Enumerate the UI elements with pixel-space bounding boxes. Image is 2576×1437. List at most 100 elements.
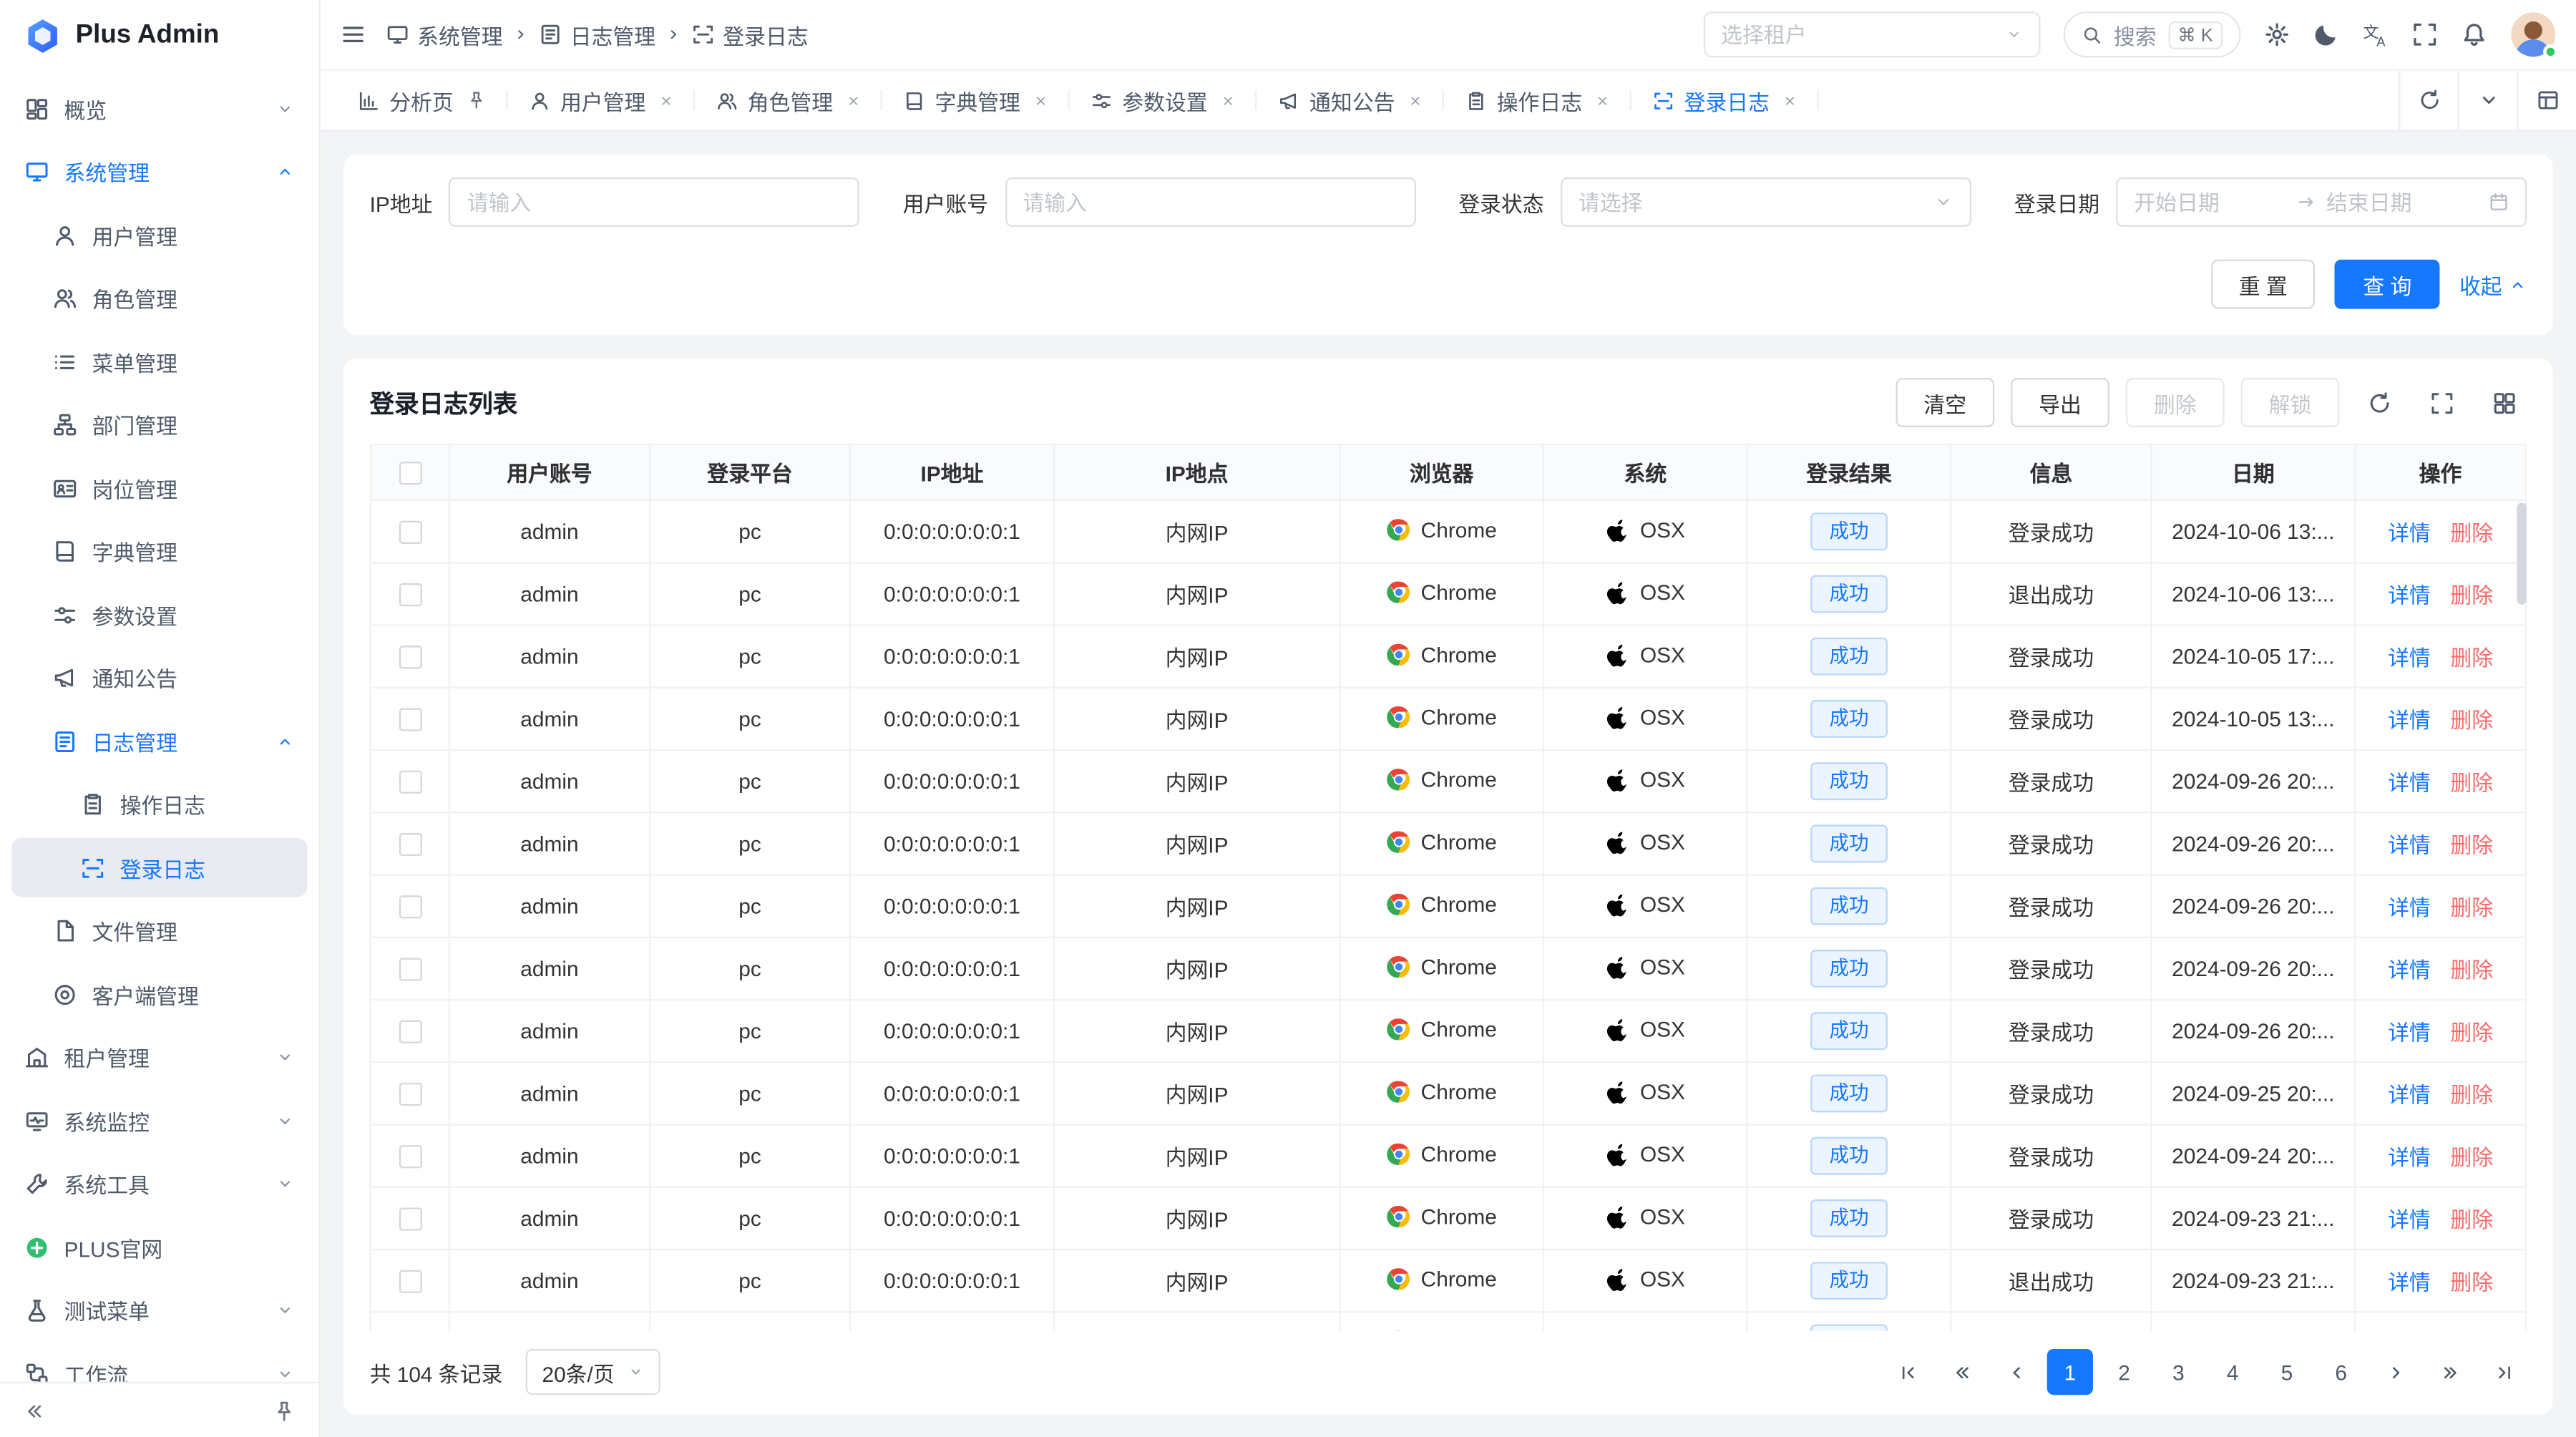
- tab-operation-log[interactable]: 操作日志: [1444, 71, 1631, 130]
- row-checkbox[interactable]: [399, 646, 421, 669]
- close-tab-icon[interactable]: [1033, 93, 1048, 108]
- jump-back-button[interactable]: [1938, 1349, 1984, 1395]
- page-4-button[interactable]: 4: [2210, 1349, 2255, 1395]
- tab-user-mgmt[interactable]: 用户管理: [507, 71, 695, 130]
- detail-link[interactable]: 详情: [2388, 708, 2431, 733]
- row-checkbox[interactable]: [399, 521, 421, 544]
- menu-toggle-icon[interactable]: [340, 21, 366, 48]
- dark-mode-moon-icon[interactable]: [2313, 21, 2340, 48]
- tab-dict-mgmt[interactable]: 字典管理: [882, 71, 1070, 130]
- sidebar-item-login-log[interactable]: 登录日志: [11, 838, 307, 897]
- pin-sidebar-button[interactable]: [273, 1399, 296, 1422]
- row-checkbox[interactable]: [399, 1270, 421, 1293]
- user-avatar[interactable]: [2510, 11, 2556, 57]
- refresh-table-button[interactable]: [2356, 379, 2401, 425]
- detail-link[interactable]: 详情: [2388, 583, 2431, 608]
- delete-link[interactable]: 删除: [2450, 833, 2493, 857]
- tab-analysis[interactable]: 分析页: [337, 71, 508, 130]
- breadcrumb-item-system-mgmt[interactable]: 系统管理: [386, 19, 503, 50]
- layout-toggle-button[interactable]: [2517, 71, 2576, 130]
- tenant-select[interactable]: [1703, 11, 2040, 57]
- sidebar-item-role-mgmt[interactable]: 角色管理: [11, 268, 307, 328]
- row-checkbox[interactable]: [399, 834, 421, 857]
- row-checkbox[interactable]: [399, 896, 421, 919]
- close-tab-icon[interactable]: [1596, 93, 1611, 108]
- status-select-input[interactable]: [1579, 190, 1923, 214]
- delete-button[interactable]: 删除: [2126, 378, 2225, 427]
- sidebar-item-dept-mgmt[interactable]: 部门管理: [11, 395, 307, 454]
- tab-role-mgmt[interactable]: 角色管理: [695, 71, 882, 130]
- notifications-bell-icon[interactable]: [2461, 21, 2487, 48]
- row-checkbox[interactable]: [399, 771, 421, 794]
- date-start-input[interactable]: [2134, 190, 2287, 214]
- sidebar-item-log-mgmt[interactable]: 日志管理: [11, 711, 307, 771]
- delete-link[interactable]: 删除: [2450, 646, 2493, 670]
- detail-link[interactable]: 详情: [2388, 1270, 2431, 1295]
- clear-button[interactable]: 清空: [1896, 378, 1994, 427]
- table-scrollbar-thumb[interactable]: [2517, 503, 2527, 605]
- sidebar-item-user-mgmt[interactable]: 用户管理: [11, 205, 307, 265]
- row-checkbox[interactable]: [399, 958, 421, 981]
- sidebar-item-client-mgmt[interactable]: 客户端管理: [11, 965, 307, 1024]
- sidebar-item-workflow[interactable]: 工作流: [11, 1344, 307, 1382]
- tab-param-settings[interactable]: 参数设置: [1070, 71, 1257, 130]
- detail-link[interactable]: 详情: [2388, 1020, 2431, 1045]
- delete-link[interactable]: 删除: [2450, 521, 2493, 545]
- table-fullscreen-button[interactable]: [2419, 379, 2464, 425]
- delete-link[interactable]: 删除: [2450, 1145, 2493, 1169]
- select-all-checkbox[interactable]: [399, 462, 421, 485]
- query-button[interactable]: 查 询: [2335, 260, 2439, 309]
- jump-forward-button[interactable]: [2426, 1349, 2472, 1395]
- sidebar-item-file-mgmt[interactable]: 文件管理: [11, 901, 307, 960]
- detail-link[interactable]: 详情: [2388, 646, 2431, 670]
- delete-link[interactable]: 删除: [2450, 1083, 2493, 1107]
- delete-link[interactable]: 删除: [2450, 1208, 2493, 1232]
- account-input[interactable]: [1023, 190, 1397, 214]
- ip-input[interactable]: [467, 190, 841, 214]
- row-checkbox[interactable]: [399, 1208, 421, 1231]
- detail-link[interactable]: 详情: [2388, 1145, 2431, 1169]
- page-size-select[interactable]: 20条/页: [526, 1349, 660, 1395]
- detail-link[interactable]: 详情: [2388, 895, 2431, 920]
- detail-link[interactable]: 详情: [2388, 521, 2431, 545]
- collapse-filters-link[interactable]: 收起: [2459, 268, 2527, 300]
- detail-link[interactable]: 详情: [2388, 771, 2431, 795]
- date-end-input[interactable]: [2326, 190, 2479, 214]
- tenant-select-input[interactable]: [1721, 22, 1995, 47]
- page-3-button[interactable]: 3: [2155, 1349, 2201, 1395]
- status-select[interactable]: [1561, 177, 1971, 227]
- sidebar-item-test-menu[interactable]: 测试菜单: [11, 1281, 307, 1340]
- first-page-button[interactable]: [1884, 1349, 1930, 1395]
- page-5-button[interactable]: 5: [2264, 1349, 2310, 1395]
- sidebar-item-plus-site[interactable]: PLUS官网: [11, 1217, 307, 1277]
- sidebar-item-notice[interactable]: 通知公告: [11, 648, 307, 708]
- sidebar-item-system-tools[interactable]: 系统工具: [11, 1154, 307, 1214]
- delete-link[interactable]: 删除: [2450, 583, 2493, 608]
- collapse-sidebar-button[interactable]: [23, 1399, 46, 1422]
- page-2-button[interactable]: 2: [2101, 1349, 2147, 1395]
- sidebar-item-operation-log[interactable]: 操作日志: [11, 775, 307, 834]
- breadcrumb-item-log-mgmt[interactable]: 日志管理: [539, 19, 655, 50]
- delete-link[interactable]: 删除: [2450, 1020, 2493, 1045]
- fullscreen-icon[interactable]: [2411, 21, 2438, 48]
- page-6-button[interactable]: 6: [2318, 1349, 2364, 1395]
- close-tab-icon[interactable]: [1782, 93, 1797, 108]
- row-checkbox[interactable]: [399, 1146, 421, 1169]
- sidebar-item-post-mgmt[interactable]: 岗位管理: [11, 459, 307, 518]
- next-page-button[interactable]: [2372, 1349, 2418, 1395]
- sidebar-item-system-monitor[interactable]: 系统监控: [11, 1091, 307, 1150]
- unlock-button[interactable]: 解锁: [2241, 378, 2340, 427]
- detail-link[interactable]: 详情: [2388, 1083, 2431, 1107]
- close-tab-icon[interactable]: [1221, 93, 1236, 108]
- close-tab-icon[interactable]: [1408, 93, 1423, 108]
- pin-tab-icon[interactable]: [467, 90, 487, 110]
- delete-link[interactable]: 删除: [2450, 895, 2493, 920]
- translate-icon[interactable]: 文A: [2363, 21, 2389, 48]
- row-checkbox[interactable]: [399, 1020, 421, 1043]
- tab-options-chevron-button[interactable]: [2458, 71, 2517, 130]
- reset-button[interactable]: 重 置: [2211, 260, 2316, 309]
- delete-link[interactable]: 删除: [2450, 958, 2493, 983]
- detail-link[interactable]: 详情: [2388, 833, 2431, 857]
- delete-link[interactable]: 删除: [2450, 708, 2493, 733]
- row-checkbox[interactable]: [399, 1083, 421, 1106]
